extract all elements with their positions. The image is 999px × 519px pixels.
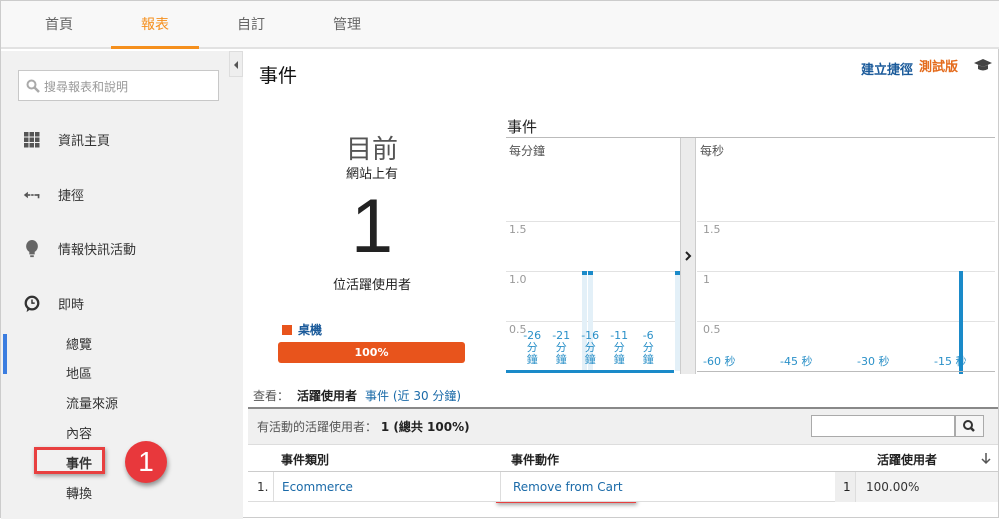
collapse-sidebar-button[interactable]	[229, 51, 243, 77]
view-label: 查看：	[253, 389, 290, 403]
device-label: 桌機	[298, 323, 323, 337]
device-legend: 桌機	[282, 321, 322, 338]
sidebar-item-dashboards[interactable]: 資訊主頁	[1, 124, 243, 154]
bar	[959, 271, 963, 374]
summary-value: 1 (總共 100%)	[380, 420, 470, 434]
realtime-overview-link[interactable]: 總覽	[66, 334, 92, 353]
sidebar-item-realtime[interactable]: 即時	[1, 288, 243, 318]
bar-cap	[582, 271, 588, 275]
tab-reports[interactable]: 報表	[111, 1, 199, 49]
chart-divider	[680, 138, 696, 374]
on-site-label: 網站上有	[345, 167, 398, 182]
desktop-color-swatch	[282, 325, 292, 335]
gridline	[697, 221, 995, 222]
per-minute-chart: 每分鐘 0.5 1.0 1.5 -26 分鐘 -21 分鐘 -16 分鐘 -11 分鐘 -6 分鐘	[506, 138, 680, 374]
clock-icon	[24, 295, 40, 313]
sidebar-item-label: 情報快訊活動	[58, 243, 137, 258]
grid-icon	[24, 132, 40, 148]
search-icon	[26, 79, 40, 93]
x-tick-label: -26 分鐘	[523, 329, 542, 366]
column-event-category[interactable]: 事件類別	[281, 451, 329, 468]
active-users-label: 位活躍使用者	[332, 278, 411, 293]
column-event-action[interactable]: 事件動作	[511, 451, 559, 468]
table-row: 1. Ecommerce Remove from Cart 1 100.00%	[248, 472, 998, 502]
sidebar-item-label: 資訊主頁	[58, 134, 111, 149]
view-active-users-tab[interactable]: 活躍使用者	[297, 389, 357, 403]
page-title: 事件	[259, 65, 298, 87]
active-user-count-cell: 1	[843, 480, 851, 494]
search-placeholder: 搜尋報表和說明	[44, 80, 129, 94]
beta-label: 測試版	[919, 60, 959, 75]
annotation-badge-1: 1	[125, 441, 167, 483]
row-index: 1.	[257, 480, 269, 494]
graduation-cap-icon[interactable]	[973, 58, 993, 72]
top-navigation: 首頁 報表 自訂 管理	[1, 1, 999, 49]
x-tick-label: -11 分鐘	[610, 329, 629, 366]
lightbulb-icon	[26, 240, 38, 258]
x-tick-label: -30 秒	[857, 355, 890, 368]
realtime-content-link[interactable]: 內容	[66, 423, 92, 442]
caret-left-icon	[234, 61, 238, 69]
tab-admin[interactable]: 管理	[303, 1, 391, 49]
gridline	[506, 321, 680, 322]
sort-down-arrow-icon[interactable]	[981, 452, 991, 465]
sidebar-item-label: 即時	[58, 298, 85, 313]
cell-separator	[273, 472, 274, 502]
shortcut-arrow-icon	[23, 191, 40, 199]
now-label: 目前	[345, 135, 398, 165]
table-summary: 有活動的活躍使用者： 1 (總共 100%)	[248, 409, 998, 445]
view-events-tab[interactable]: 事件 (近 30 分鐘)	[365, 389, 461, 403]
gridline	[697, 321, 995, 322]
panel-label: 每分鐘	[509, 144, 546, 158]
active-user-count: 1	[350, 184, 394, 269]
realtime-conversions-link[interactable]: 轉換	[66, 483, 92, 502]
chart-title: 事件	[507, 118, 538, 136]
event-category-link[interactable]: Ecommerce	[282, 480, 353, 494]
realtime-locations-link[interactable]: 地區	[66, 363, 92, 382]
x-tick-label: -6 分鐘	[642, 329, 654, 366]
realtime-traffic-sources-link[interactable]: 流量來源	[66, 393, 118, 412]
table-filter-input[interactable]	[811, 415, 955, 437]
event-action-link[interactable]: Remove from Cart	[513, 480, 623, 494]
x-tick-label: -60 秒	[703, 355, 736, 368]
table-header: 事件類別 事件動作 活躍使用者	[248, 445, 998, 472]
x-tick-label: -45 秒	[780, 355, 813, 368]
x-tick-label: -21 分鐘	[552, 329, 571, 366]
x-tick-label: -16 分鐘	[581, 329, 600, 366]
panel-label: 每秒	[700, 144, 725, 158]
report-search-input[interactable]: 搜尋報表和說明	[18, 70, 219, 101]
sidebar-item-label: 捷徑	[58, 189, 85, 204]
active-user-percent-cell: 100.00%	[866, 480, 920, 494]
y-tick-label: 1.5	[509, 223, 527, 236]
chevron-right-icon[interactable]	[681, 138, 695, 374]
y-tick-label: 1.5	[703, 223, 721, 236]
cell-separator	[855, 472, 856, 502]
summary-prefix: 有活動的活躍使用者：	[257, 420, 378, 434]
gridline	[506, 271, 680, 272]
search-icon	[963, 420, 975, 432]
summary-text: 有活動的活躍使用者： 1 (總共 100%)	[257, 418, 470, 435]
create-shortcut-link[interactable]: 建立捷徑	[861, 59, 913, 78]
per-second-chart: 每秒 0.5 1 1.5 -60 秒 -45 秒 -30 秒 -15 秒	[697, 138, 995, 374]
view-switcher: 查看： 活躍使用者 事件 (近 30 分鐘)	[253, 387, 461, 404]
gridline	[697, 271, 995, 272]
tab-customization[interactable]: 自訂	[207, 1, 295, 49]
gridline	[506, 221, 680, 222]
annotation-box-events	[34, 447, 105, 474]
tab-home[interactable]: 首頁	[15, 1, 103, 49]
sidebar-item-shortcuts[interactable]: 捷徑	[1, 179, 243, 209]
table-filter-button[interactable]	[955, 415, 984, 437]
sidebar-item-intelligence-events[interactable]: 情報快訊活動	[1, 233, 243, 263]
bar-cap	[588, 271, 593, 275]
y-tick-label: 0.5	[703, 323, 721, 336]
baseline	[697, 371, 995, 372]
cell-separator	[500, 472, 501, 502]
y-tick-label: 1.0	[509, 273, 527, 286]
y-tick-label: 1	[703, 273, 710, 286]
desktop-percent-bar: 100%	[278, 342, 465, 363]
baseline-bar	[506, 370, 674, 373]
column-active-users[interactable]: 活躍使用者	[877, 451, 937, 468]
active-section-indicator	[3, 334, 7, 374]
